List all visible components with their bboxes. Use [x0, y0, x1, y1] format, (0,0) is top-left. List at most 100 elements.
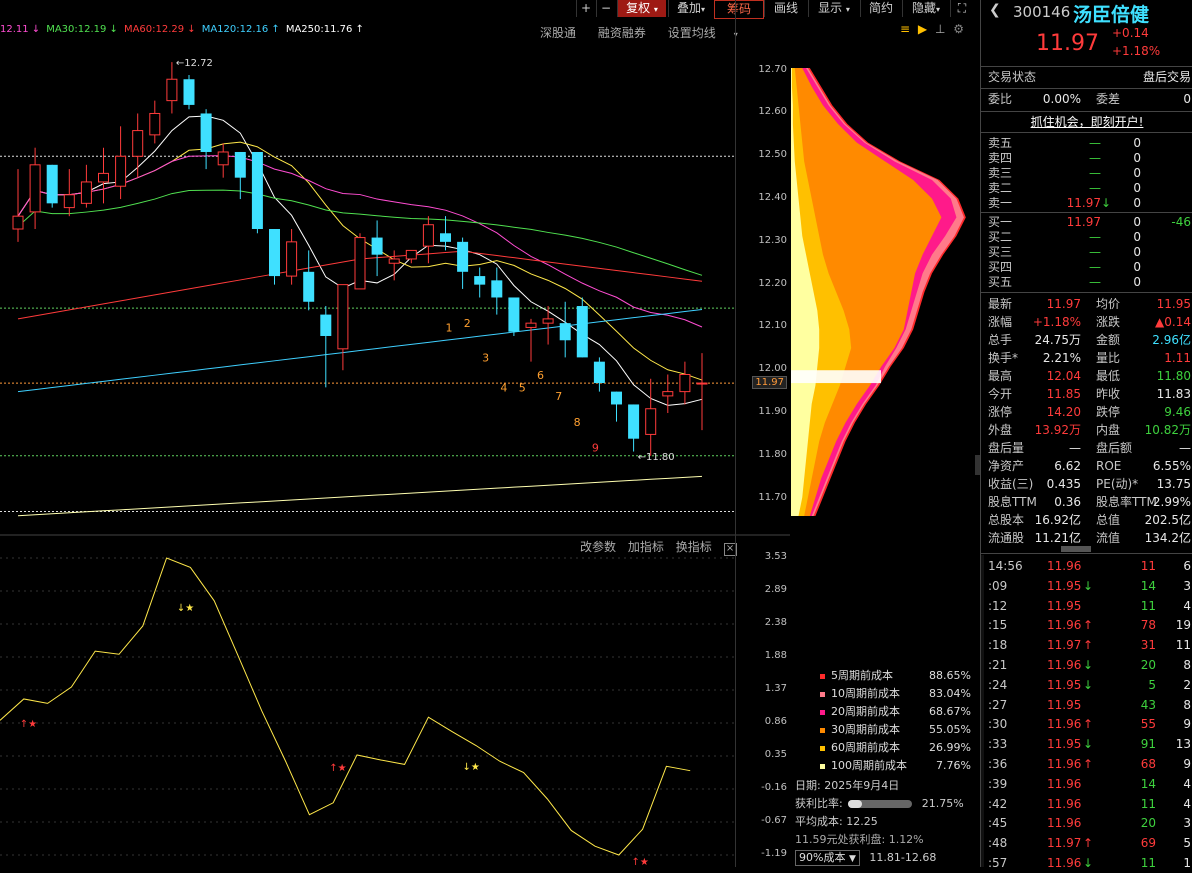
cost-legend-swatch: [820, 763, 825, 769]
tick-count: 3: [1183, 578, 1191, 593]
stat-value: 13.75: [1156, 477, 1191, 491]
sell-volume: 0: [1133, 181, 1141, 195]
tick-volume: 20: [1140, 658, 1156, 672]
stat-label: 股息TTM: [988, 495, 1037, 509]
candle-body: [662, 391, 674, 397]
candle-body: [422, 224, 434, 247]
prev-stock-icon[interactable]: ❮: [989, 2, 1001, 18]
switch-indicator-button[interactable]: 换指标: [676, 540, 712, 554]
sell-row: 卖五 — 0: [981, 136, 1192, 151]
stat-label: 金额: [1096, 333, 1121, 347]
tick-price: 11.96: [1047, 816, 1082, 831]
tick-price: 11.96: [1047, 658, 1082, 672]
add-indicator-button[interactable]: 加指标: [628, 540, 664, 554]
stat-label: 涨停: [988, 405, 1013, 419]
stat-label: 总手: [988, 333, 1013, 347]
tick-row: :15 11.96 ↑ 78 19: [981, 615, 1192, 635]
panel-resize-handle[interactable]: [1061, 546, 1091, 552]
sell-level-label: 卖四: [988, 151, 1013, 165]
down-arrow-icon: ↓: [1083, 677, 1094, 692]
sell-volume: 0: [1133, 166, 1141, 180]
tick-count: 19: [1175, 618, 1191, 633]
indicator-toolbar: 改参数 加指标 换指标 ×: [580, 538, 745, 556]
candle-body: [183, 79, 195, 105]
tick-row: :12 11.95 11 4: [981, 596, 1192, 616]
indicator-scale-label: 1.88: [764, 650, 787, 661]
sell-row: 卖三 — 0: [981, 166, 1192, 181]
tick-count: 4: [1183, 598, 1191, 613]
divider: [981, 88, 1192, 89]
indicator-line: [0, 557, 691, 856]
candle-body: [696, 382, 708, 385]
tick-volume: 11: [1140, 559, 1156, 573]
stat-value: 11.80: [1156, 369, 1191, 383]
cost-legend-value: 7.76%: [936, 759, 971, 772]
stat-label: 最高: [988, 369, 1013, 383]
stat-label: 外盘: [988, 423, 1013, 437]
indicator-scale-label: -0.16: [761, 782, 787, 793]
cost-legend-value: 26.99%: [929, 741, 971, 754]
sell-price: —: [1089, 166, 1101, 180]
candle-body: [286, 241, 298, 277]
divider: [981, 66, 1192, 67]
candle-body: [525, 322, 537, 328]
high-annotation: ←12.72: [176, 58, 213, 69]
sell-level-label: 卖三: [988, 166, 1013, 180]
candle-body: [200, 113, 212, 152]
open-account-link[interactable]: 抓住机会，即刻开户!: [981, 113, 1192, 130]
weicha-label: 委差: [1096, 92, 1121, 106]
stat-label: 涨跌: [1096, 315, 1121, 329]
cost-legend-value: 55.05%: [929, 723, 971, 736]
divider: [981, 132, 1192, 133]
candle-body: [440, 233, 451, 242]
price-label: 11.80: [758, 448, 787, 460]
candle-body: [491, 280, 503, 298]
tick-price: 11.96: [1047, 757, 1082, 771]
current-price-label: 11.97: [752, 376, 787, 390]
candle-body: [611, 391, 622, 405]
price-label: 12.60: [758, 106, 787, 118]
weibi-label: 委比: [988, 92, 1013, 106]
divider: [981, 111, 1192, 112]
stat-row: 今开 11.85 昨收 11.83: [981, 385, 1192, 403]
cost-legend-row: 10周期前成本 83.04%: [820, 685, 971, 703]
price-label: 12.40: [758, 192, 787, 204]
candle-body: [303, 271, 315, 302]
tick-volume: 68: [1140, 757, 1156, 771]
tick-scrollbar[interactable]: [981, 555, 984, 867]
buy-row: 买三 — 0: [981, 245, 1192, 260]
stat-value: 1.11: [1164, 351, 1191, 365]
tick-count: 6: [1183, 559, 1191, 573]
sell-volume: 0: [1133, 196, 1141, 210]
stat-value: 11.97: [1046, 297, 1081, 311]
buy-price: —: [1089, 275, 1101, 289]
buy-volume: 0: [1133, 275, 1141, 289]
stat-label: 最新: [988, 297, 1013, 311]
edit-params-button[interactable]: 改参数: [580, 540, 616, 554]
down-arrow-icon: ↓: [1101, 196, 1112, 210]
tick-price: 11.97: [1047, 836, 1082, 851]
cost-select[interactable]: 90%成本 ▼: [795, 850, 860, 866]
stat-value: 11.85: [1046, 387, 1081, 401]
tick-price: 11.95: [1047, 737, 1082, 752]
candle-body: [337, 284, 349, 350]
stat-value: 6.55%: [1152, 459, 1191, 473]
tick-count: 8: [1183, 697, 1191, 712]
tick-price: 11.95: [1047, 697, 1082, 712]
tick-time: :21: [988, 658, 1008, 672]
tick-row: :45 11.96 20 3: [981, 813, 1192, 833]
divider: [981, 212, 1192, 213]
cost-legend-value: 68.67%: [929, 705, 971, 718]
trade-status-value: 盘后交易: [1142, 70, 1191, 84]
trade-status-row: 交易状态 盘后交易: [981, 68, 1192, 87]
tick-time: :39: [988, 776, 1008, 791]
candle-body: [474, 276, 486, 285]
sell-price: —: [1089, 181, 1101, 195]
buy-level-label: 买二: [988, 230, 1013, 244]
profit-ratio-label: 获利比率:: [795, 797, 843, 810]
candle-body: [320, 314, 332, 336]
wave-number: 3: [482, 352, 489, 365]
sell-level-label: 卖一: [988, 196, 1013, 210]
stat-label: ROE: [1096, 459, 1122, 473]
buy-row: 买一 11.97 0 -46: [981, 215, 1192, 230]
